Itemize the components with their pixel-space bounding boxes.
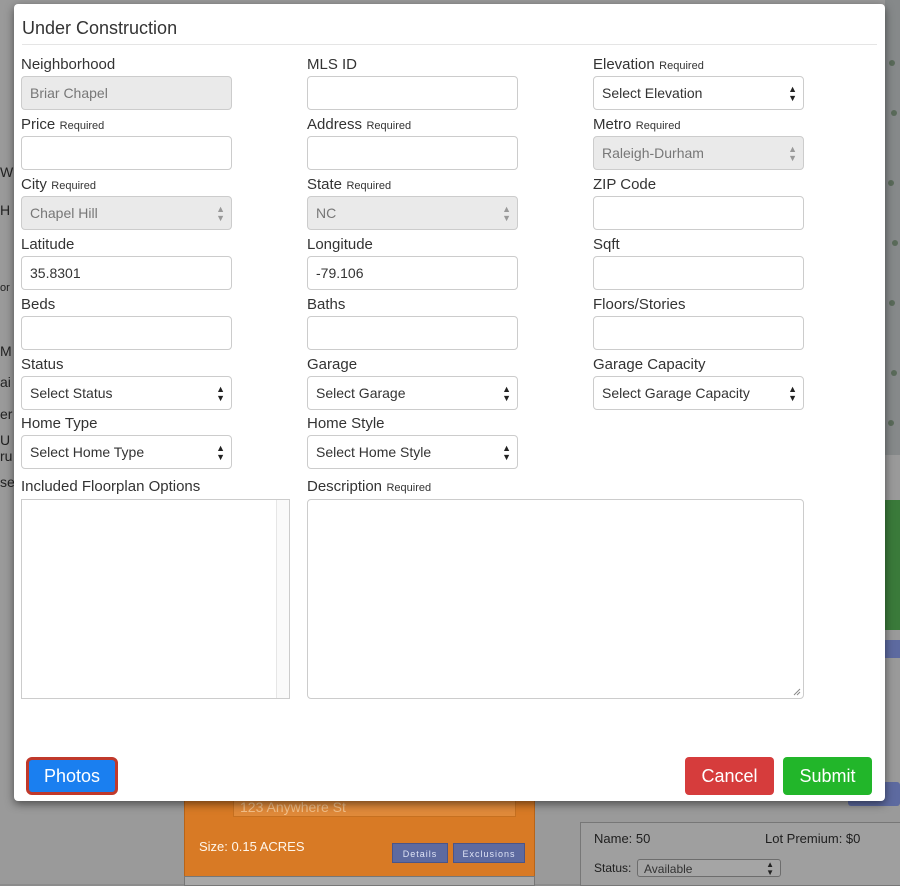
submit-button[interactable]: Submit bbox=[783, 757, 872, 795]
photos-button[interactable]: Photos bbox=[26, 757, 118, 795]
address-input[interactable] bbox=[307, 136, 518, 170]
description-textarea[interactable] bbox=[307, 499, 804, 699]
lot-status-label: Status: bbox=[594, 861, 632, 875]
background-map bbox=[885, 0, 900, 455]
baths-input[interactable] bbox=[307, 316, 518, 350]
updown-arrows-icon: ▲ ▼ bbox=[502, 443, 511, 462]
updown-arrows-icon: ▲ ▼ bbox=[502, 384, 511, 403]
metro-field: Metro Required Raleigh-Durham ▲ ▼ bbox=[593, 116, 804, 170]
background-green-panel bbox=[885, 500, 900, 630]
lot-size-text: Size: 0.15 ACRES bbox=[199, 839, 305, 854]
exclusions-button: Exclusions bbox=[453, 843, 525, 863]
updown-arrows-icon: ▲ ▼ bbox=[502, 204, 511, 223]
updown-arrows-icon: ▲ ▼ bbox=[766, 860, 774, 877]
title-divider bbox=[22, 44, 877, 45]
latitude-input[interactable]: 35.8301 bbox=[21, 256, 232, 290]
garage-field: Garage Select Garage ▲ ▼ bbox=[307, 356, 518, 410]
city-field: City Required Chapel Hill ▲ ▼ bbox=[21, 176, 232, 230]
updown-arrows-icon: ▲ ▼ bbox=[216, 443, 225, 462]
beds-field: Beds bbox=[21, 296, 232, 350]
city-select[interactable]: Chapel Hill ▲ ▼ bbox=[21, 196, 232, 230]
state-select[interactable]: NC ▲ ▼ bbox=[307, 196, 518, 230]
longitude-input[interactable]: -79.106 bbox=[307, 256, 518, 290]
updown-arrows-icon: ▲ ▼ bbox=[788, 144, 797, 163]
lot-info-panel: Name: 50 Lot Premium: $0 Status: Availab… bbox=[580, 822, 900, 886]
listbox-scrollbar[interactable] bbox=[276, 500, 289, 698]
price-input[interactable] bbox=[21, 136, 232, 170]
garage-capacity-select[interactable]: Select Garage Capacity ▲ ▼ bbox=[593, 376, 804, 410]
details-button: Details bbox=[392, 843, 448, 863]
state-field: State Required NC ▲ ▼ bbox=[307, 176, 518, 230]
sqft-field: Sqft bbox=[593, 236, 804, 290]
elevation-select[interactable]: Select Elevation ▲ ▼ bbox=[593, 76, 804, 110]
neighborhood-field: Neighborhood Briar Chapel bbox=[21, 56, 232, 110]
updown-arrows-icon: ▲ ▼ bbox=[216, 384, 225, 403]
price-field: Price Required bbox=[21, 116, 232, 170]
updown-arrows-icon: ▲ ▼ bbox=[788, 384, 797, 403]
floors-input[interactable] bbox=[593, 316, 804, 350]
lot-name-text: Name: 50 bbox=[594, 831, 651, 846]
baths-field: Baths bbox=[307, 296, 518, 350]
garage-capacity-field: Garage Capacity Select Garage Capacity ▲… bbox=[593, 356, 804, 410]
resize-grip-icon[interactable] bbox=[793, 688, 801, 696]
home-type-field: Home Type Select Home Type ▲ ▼ bbox=[21, 415, 232, 469]
zip-field: ZIP Code bbox=[593, 176, 804, 230]
latitude-field: Latitude 35.8301 bbox=[21, 236, 232, 290]
neighborhood-input[interactable]: Briar Chapel bbox=[21, 76, 232, 110]
mls-id-field: MLS ID bbox=[307, 56, 518, 110]
background-button bbox=[885, 640, 900, 658]
status-select[interactable]: Select Status ▲ ▼ bbox=[21, 376, 232, 410]
beds-input[interactable] bbox=[21, 316, 232, 350]
home-style-field: Home Style Select Home Style ▲ ▼ bbox=[307, 415, 518, 469]
modal-title: Under Construction bbox=[22, 18, 178, 38]
floorplan-options-label: Included Floorplan Options bbox=[21, 478, 201, 495]
description-label: Description Required bbox=[307, 478, 432, 495]
floors-field: Floors/Stories bbox=[593, 296, 804, 350]
updown-arrows-icon: ▲ ▼ bbox=[216, 204, 225, 223]
elevation-field: Elevation Required Select Elevation ▲ ▼ bbox=[593, 56, 804, 110]
status-field: Status Select Status ▲ ▼ bbox=[21, 356, 232, 410]
listing-modal: Under Construction Neighborhood Briar Ch… bbox=[14, 4, 885, 801]
address-field: Address Required bbox=[307, 116, 518, 170]
garage-select[interactable]: Select Garage ▲ ▼ bbox=[307, 376, 518, 410]
metro-select[interactable]: Raleigh-Durham ▲ ▼ bbox=[593, 136, 804, 170]
sqft-input[interactable] bbox=[593, 256, 804, 290]
lot-premium-text: Lot Premium: $0 bbox=[765, 831, 861, 846]
floorplan-options-list[interactable] bbox=[21, 499, 290, 699]
home-style-select[interactable]: Select Home Style ▲ ▼ bbox=[307, 435, 518, 469]
lot-status-select: Available ▲ ▼ bbox=[637, 859, 781, 877]
longitude-field: Longitude -79.106 bbox=[307, 236, 518, 290]
home-type-select[interactable]: Select Home Type ▲ ▼ bbox=[21, 435, 232, 469]
updown-arrows-icon: ▲ ▼ bbox=[788, 84, 797, 103]
cancel-button[interactable]: Cancel bbox=[685, 757, 774, 795]
zip-input[interactable] bbox=[593, 196, 804, 230]
mls-id-input[interactable] bbox=[307, 76, 518, 110]
lot-card-next bbox=[184, 876, 535, 886]
